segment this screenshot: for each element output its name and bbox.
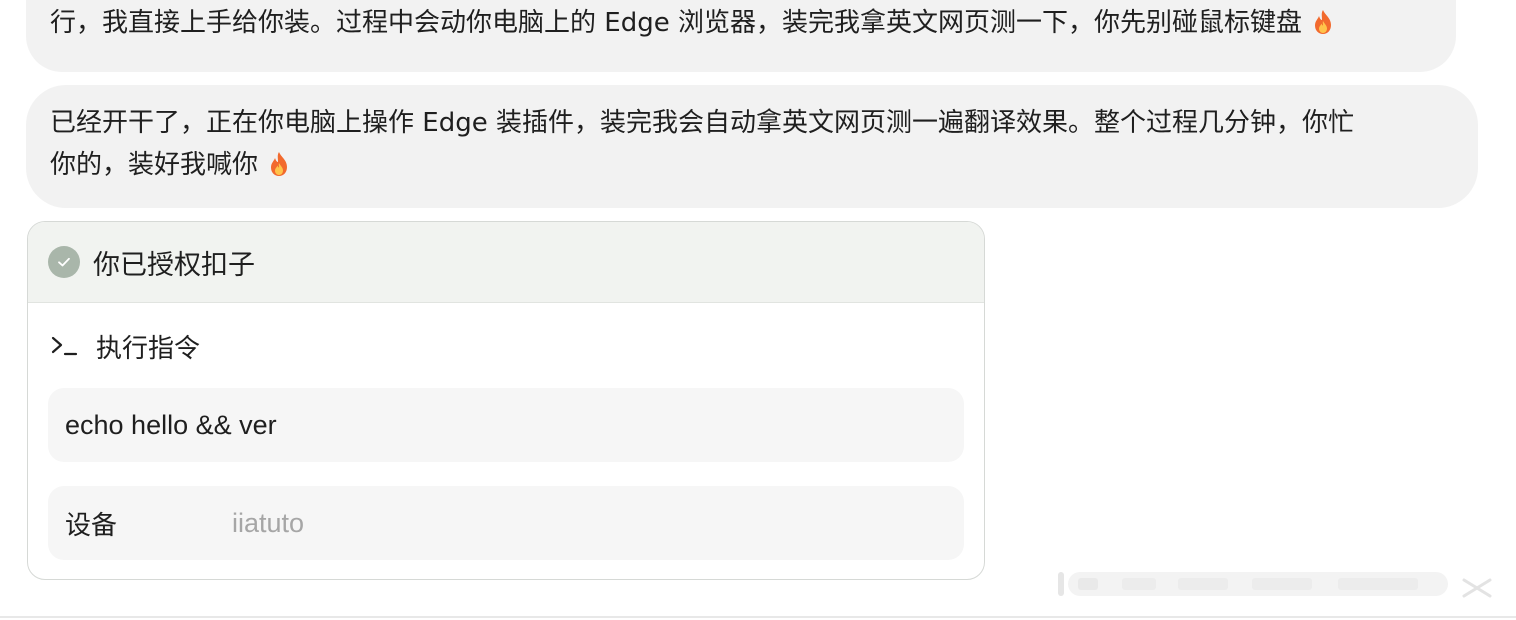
chat-page: 行，我直接上手给你装。过程中会动你电脑上的 Edge 浏览器，装完我拿英文网页测… bbox=[0, 0, 1516, 620]
device-label: 设备 bbox=[65, 510, 118, 541]
fire-icon bbox=[271, 152, 288, 176]
execute-command-row: 执行指令 bbox=[50, 326, 200, 366]
watermark-logo bbox=[1058, 572, 1492, 598]
assistant-message-1: 行，我直接上手给你装。过程中会动你电脑上的 Edge 浏览器，装完我拿英文网页测… bbox=[26, 0, 1456, 72]
fire-icon bbox=[1314, 10, 1331, 34]
authorization-label: 你已授权扣子 bbox=[93, 249, 255, 281]
message-1-text: 行，我直接上手给你装。过程中会动你电脑上的 Edge 浏览器，装完我拿英文网页测… bbox=[50, 8, 1302, 38]
check-circle-icon bbox=[48, 246, 80, 278]
authorization-card[interactable]: 你已授权扣子 执行指令 echo hello && ver 设备 iiatuto bbox=[27, 221, 985, 580]
device-field[interactable]: 设备 iiatuto bbox=[48, 486, 964, 560]
command-text: echo hello && ver bbox=[65, 409, 277, 440]
message-2-line-2-row: 你的，装好我喊你 bbox=[50, 144, 1454, 186]
terminal-icon bbox=[51, 336, 78, 356]
device-value: iiatuto bbox=[232, 507, 305, 538]
bottom-divider bbox=[0, 616, 1516, 618]
authorization-header: 你已授权扣子 bbox=[28, 222, 984, 303]
execute-command-label: 执行指令 bbox=[96, 333, 201, 364]
message-2-line-2: 你的，装好我喊你 bbox=[50, 150, 259, 180]
command-field[interactable]: echo hello && ver bbox=[48, 388, 964, 462]
assistant-message-2: 已经开干了，正在你电脑上操作 Edge 装插件，装完我会自动拿英文网页测一遍翻译… bbox=[26, 85, 1478, 208]
message-2-line-1: 已经开干了，正在你电脑上操作 Edge 装插件，装完我会自动拿英文网页测一遍翻译… bbox=[50, 108, 1354, 138]
